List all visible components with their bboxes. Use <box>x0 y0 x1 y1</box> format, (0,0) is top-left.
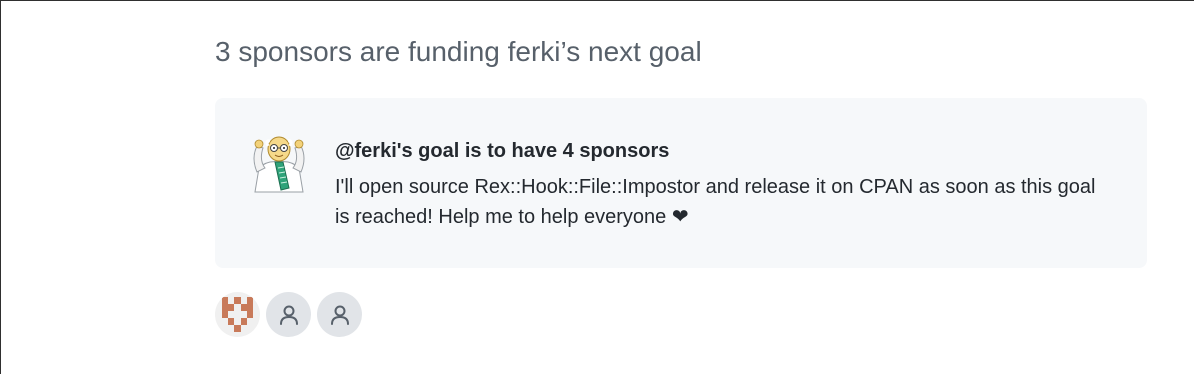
sponsorship-goal-card: @ferki's goal is to have 4 sponsors I'll… <box>215 98 1147 268</box>
professor-avatar-icon <box>253 136 305 193</box>
person-icon <box>330 305 349 325</box>
sponsor-avatar-list <box>215 292 362 337</box>
goal-heading: 3 sponsors are funding ferki’s next goal <box>215 36 702 67</box>
goal-description: I'll open source Rex::Hook::File::Impost… <box>335 176 1096 228</box>
maintainer-avatar[interactable] <box>249 132 309 194</box>
sponsor-avatar[interactable] <box>215 292 260 337</box>
goal-title: @ferki's goal is to have 4 sponsors <box>335 140 670 162</box>
sponsor-avatar[interactable] <box>266 292 311 337</box>
person-icon <box>279 305 298 325</box>
sponsor-avatar[interactable] <box>317 292 362 337</box>
identicon-avatar-icon <box>222 297 253 332</box>
goal-text: @ferki's goal is to have 4 sponsors I'll… <box>335 139 1115 232</box>
